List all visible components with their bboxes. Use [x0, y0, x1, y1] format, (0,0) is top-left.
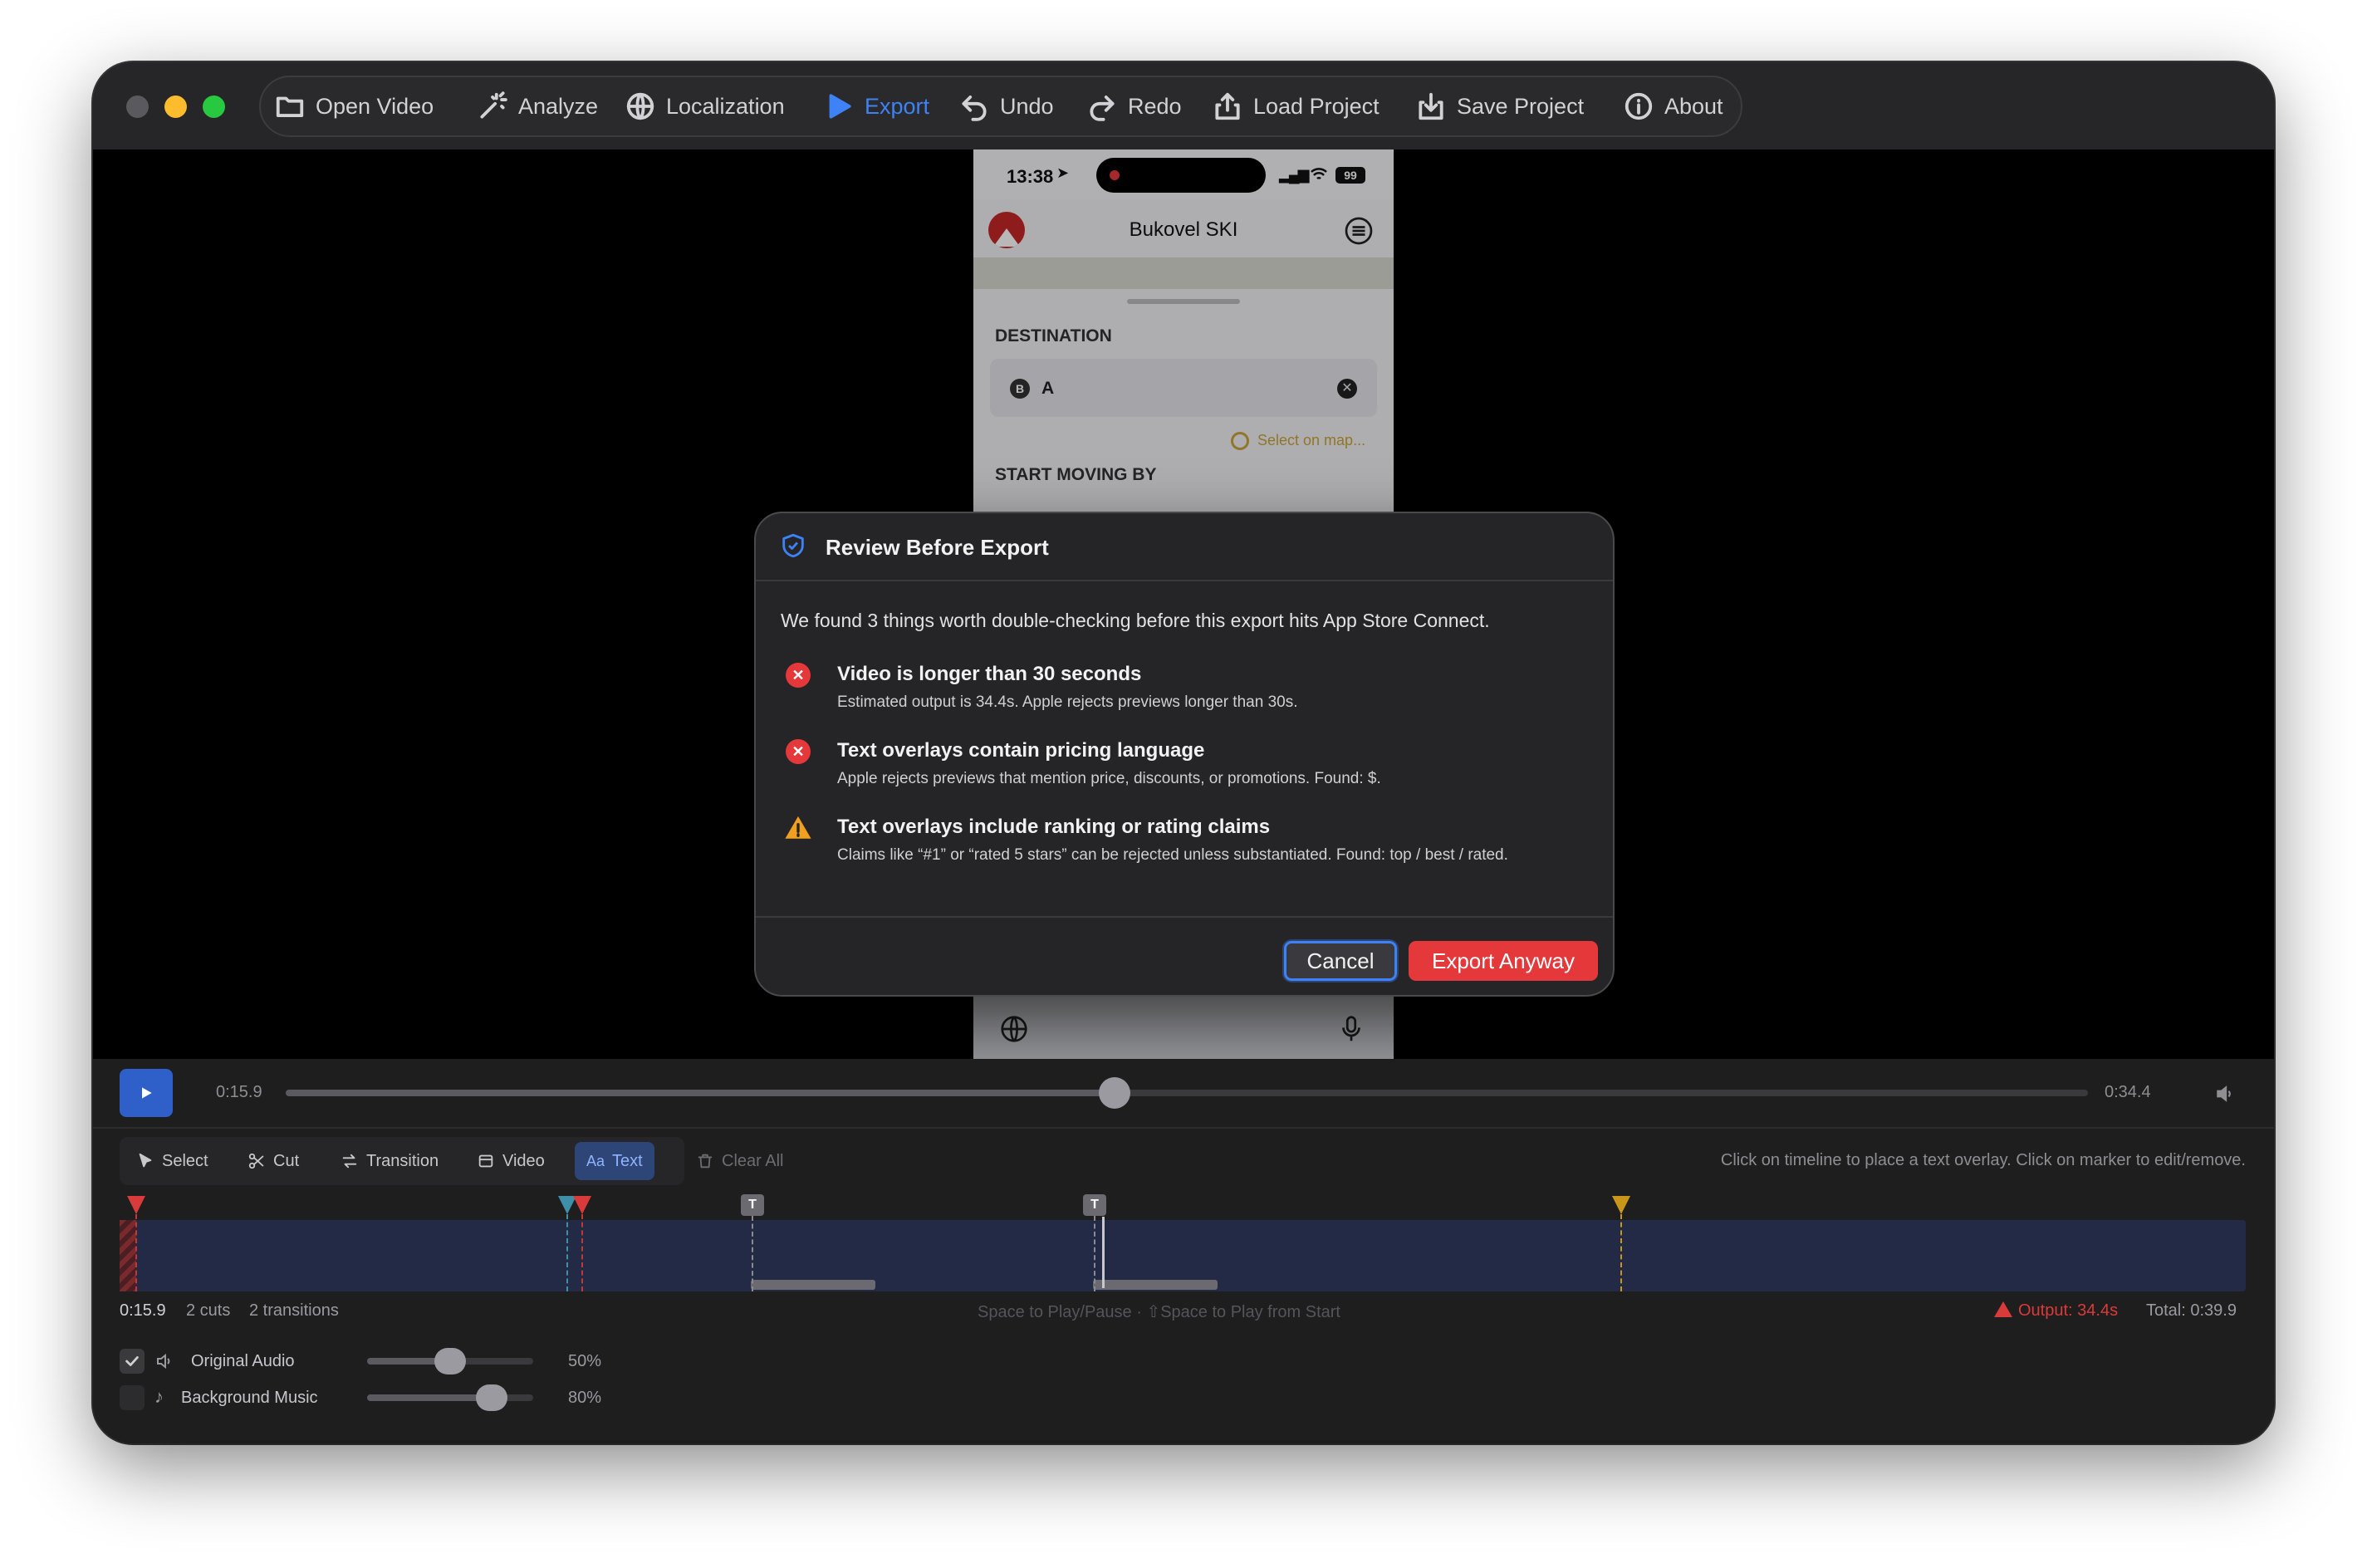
cut-marker[interactable] [573, 1196, 591, 1214]
review-before-export-dialog: Review Before Export We found 3 things w… [754, 512, 1615, 997]
original-audio-level: 50% [568, 1352, 602, 1370]
shield-check-icon [782, 533, 804, 558]
open-video-button[interactable]: Open Video [274, 77, 434, 135]
close-window-button[interactable] [126, 96, 149, 118]
trimmed-start-region [120, 1220, 136, 1291]
download-icon [1419, 92, 1443, 120]
app-window: Open Video Analyze Localization Export U… [93, 62, 2274, 1443]
original-audio-slider[interactable] [367, 1348, 533, 1374]
text-overlay-marker[interactable]: T [1083, 1194, 1106, 1216]
analyze-button[interactable]: Analyze [477, 77, 598, 135]
main-toolbar: Open Video Analyze Localization Export U… [259, 76, 1742, 137]
text-overlay-marker-line [752, 1216, 753, 1291]
cut-marker-line [581, 1214, 583, 1291]
total-time: 0:34.4 [2105, 1083, 2151, 1101]
warning-triangle-icon [785, 816, 811, 839]
cancel-button[interactable]: Cancel [1284, 941, 1397, 981]
issue-title: Video is longer than 30 seconds [837, 663, 1142, 685]
background-music-slider-thumb[interactable] [476, 1384, 507, 1411]
load-project-button[interactable]: Load Project [1212, 77, 1380, 135]
dialog-intro: We found 3 things worth double-checking … [781, 610, 1490, 631]
scrubber-thumb[interactable] [1099, 1077, 1131, 1109]
error-icon: ✕ [786, 739, 811, 764]
warning-triangle-icon [1994, 1301, 2012, 1317]
output-duration: Output: 34.4s [2018, 1301, 2119, 1320]
play-button[interactable] [120, 1069, 173, 1117]
transition-tool[interactable]: Transition [329, 1140, 450, 1182]
timeline-track[interactable] [120, 1217, 2246, 1291]
text-tool[interactable]: Aa Text [575, 1142, 654, 1180]
background-music-slider[interactable] [367, 1384, 533, 1411]
export-button[interactable]: Export [823, 77, 929, 135]
transitions-count: 2 transitions [249, 1301, 339, 1320]
scissors-icon [248, 1153, 264, 1169]
cuts-count: 2 cuts [186, 1301, 231, 1320]
select-tool[interactable]: Select [125, 1140, 220, 1182]
about-button[interactable]: About [1623, 77, 1723, 135]
text-overlay-marker[interactable]: T [741, 1194, 764, 1216]
dialog-divider [756, 580, 1613, 581]
total-duration: Total: 0:39.9 [2146, 1301, 2237, 1320]
globe-icon [626, 92, 654, 120]
background-music-checkbox[interactable] [120, 1385, 145, 1410]
text-overlay-clip[interactable] [1093, 1280, 1218, 1290]
undo-button[interactable]: Undo [958, 77, 1054, 135]
scrubber-track[interactable] [286, 1077, 2088, 1109]
background-music-label: Background Music [181, 1389, 318, 1407]
video-tool[interactable]: Video [465, 1140, 556, 1182]
cut-marker-line [135, 1214, 137, 1291]
music-note-icon: ♪ [154, 1386, 164, 1407]
current-time: 0:15.9 [216, 1083, 262, 1101]
film-icon [478, 1154, 493, 1168]
minimize-window-button[interactable] [164, 96, 187, 118]
controls-divider [93, 1127, 2274, 1129]
issue-title: Text overlays include ranking or rating … [837, 816, 1271, 838]
play-icon [142, 1087, 152, 1099]
issue-title: Text overlays contain pricing language [837, 739, 1205, 762]
playhead-line[interactable] [1102, 1217, 1105, 1288]
checkmark-icon [125, 1356, 139, 1366]
error-icon: ✕ [786, 663, 811, 688]
background-music-level: 80% [568, 1389, 602, 1407]
localization-button[interactable]: Localization [625, 77, 785, 135]
folder-icon [276, 96, 304, 117]
issue-description: Estimated output is 34.4s. Apple rejects… [837, 693, 1298, 711]
text-overlay-clip[interactable] [751, 1280, 875, 1290]
text-aa-icon: Aa [586, 1152, 605, 1169]
speaker-icon [157, 1353, 170, 1370]
end-marker[interactable] [1612, 1196, 1630, 1214]
transition-marker-line [566, 1214, 568, 1291]
original-audio-checkbox[interactable] [120, 1349, 145, 1374]
original-audio-slider-thumb[interactable] [434, 1348, 466, 1374]
scrubber-progress [286, 1090, 1115, 1096]
issue-description: Apple rejects previews that mention pric… [837, 770, 1381, 787]
end-marker-line [1620, 1214, 1622, 1291]
play-triangle-icon [829, 94, 851, 119]
cut-marker[interactable] [127, 1196, 145, 1214]
dialog-footer-divider [756, 916, 1613, 918]
save-project-button[interactable]: Save Project [1415, 77, 1584, 135]
keyboard-shortcuts-hint: Space to Play/Pause · ⇧Space to Play fro… [978, 1303, 1340, 1321]
title-bar: Open Video Analyze Localization Export U… [93, 62, 2274, 149]
timeline-hint: Click on timeline to place a text overla… [1720, 1151, 2246, 1169]
zoom-window-button[interactable] [203, 96, 225, 118]
magic-wand-icon [480, 91, 507, 119]
issue-description: Claims like “#1” or “rated 5 stars” can … [837, 846, 1508, 864]
swap-arrows-icon [342, 1154, 357, 1169]
share-upload-icon [1215, 92, 1240, 120]
clear-all-button[interactable]: Clear All [684, 1140, 795, 1182]
export-anyway-button[interactable]: Export Anyway [1409, 941, 1598, 981]
trash-icon [698, 1154, 713, 1169]
info-icon [1625, 92, 1653, 120]
pointer-icon [139, 1153, 152, 1168]
undo-icon [962, 96, 987, 121]
original-audio-label: Original Audio [191, 1352, 295, 1370]
text-overlay-marker-line [1094, 1216, 1095, 1291]
redo-button[interactable]: Redo [1086, 77, 1182, 135]
dialog-title: Review Before Export [826, 535, 1049, 560]
timeline-current-time: 0:15.9 [120, 1301, 166, 1320]
cut-tool[interactable]: Cut [236, 1140, 311, 1182]
volume-icon[interactable] [2214, 1083, 2236, 1105]
redo-icon [1090, 96, 1115, 121]
